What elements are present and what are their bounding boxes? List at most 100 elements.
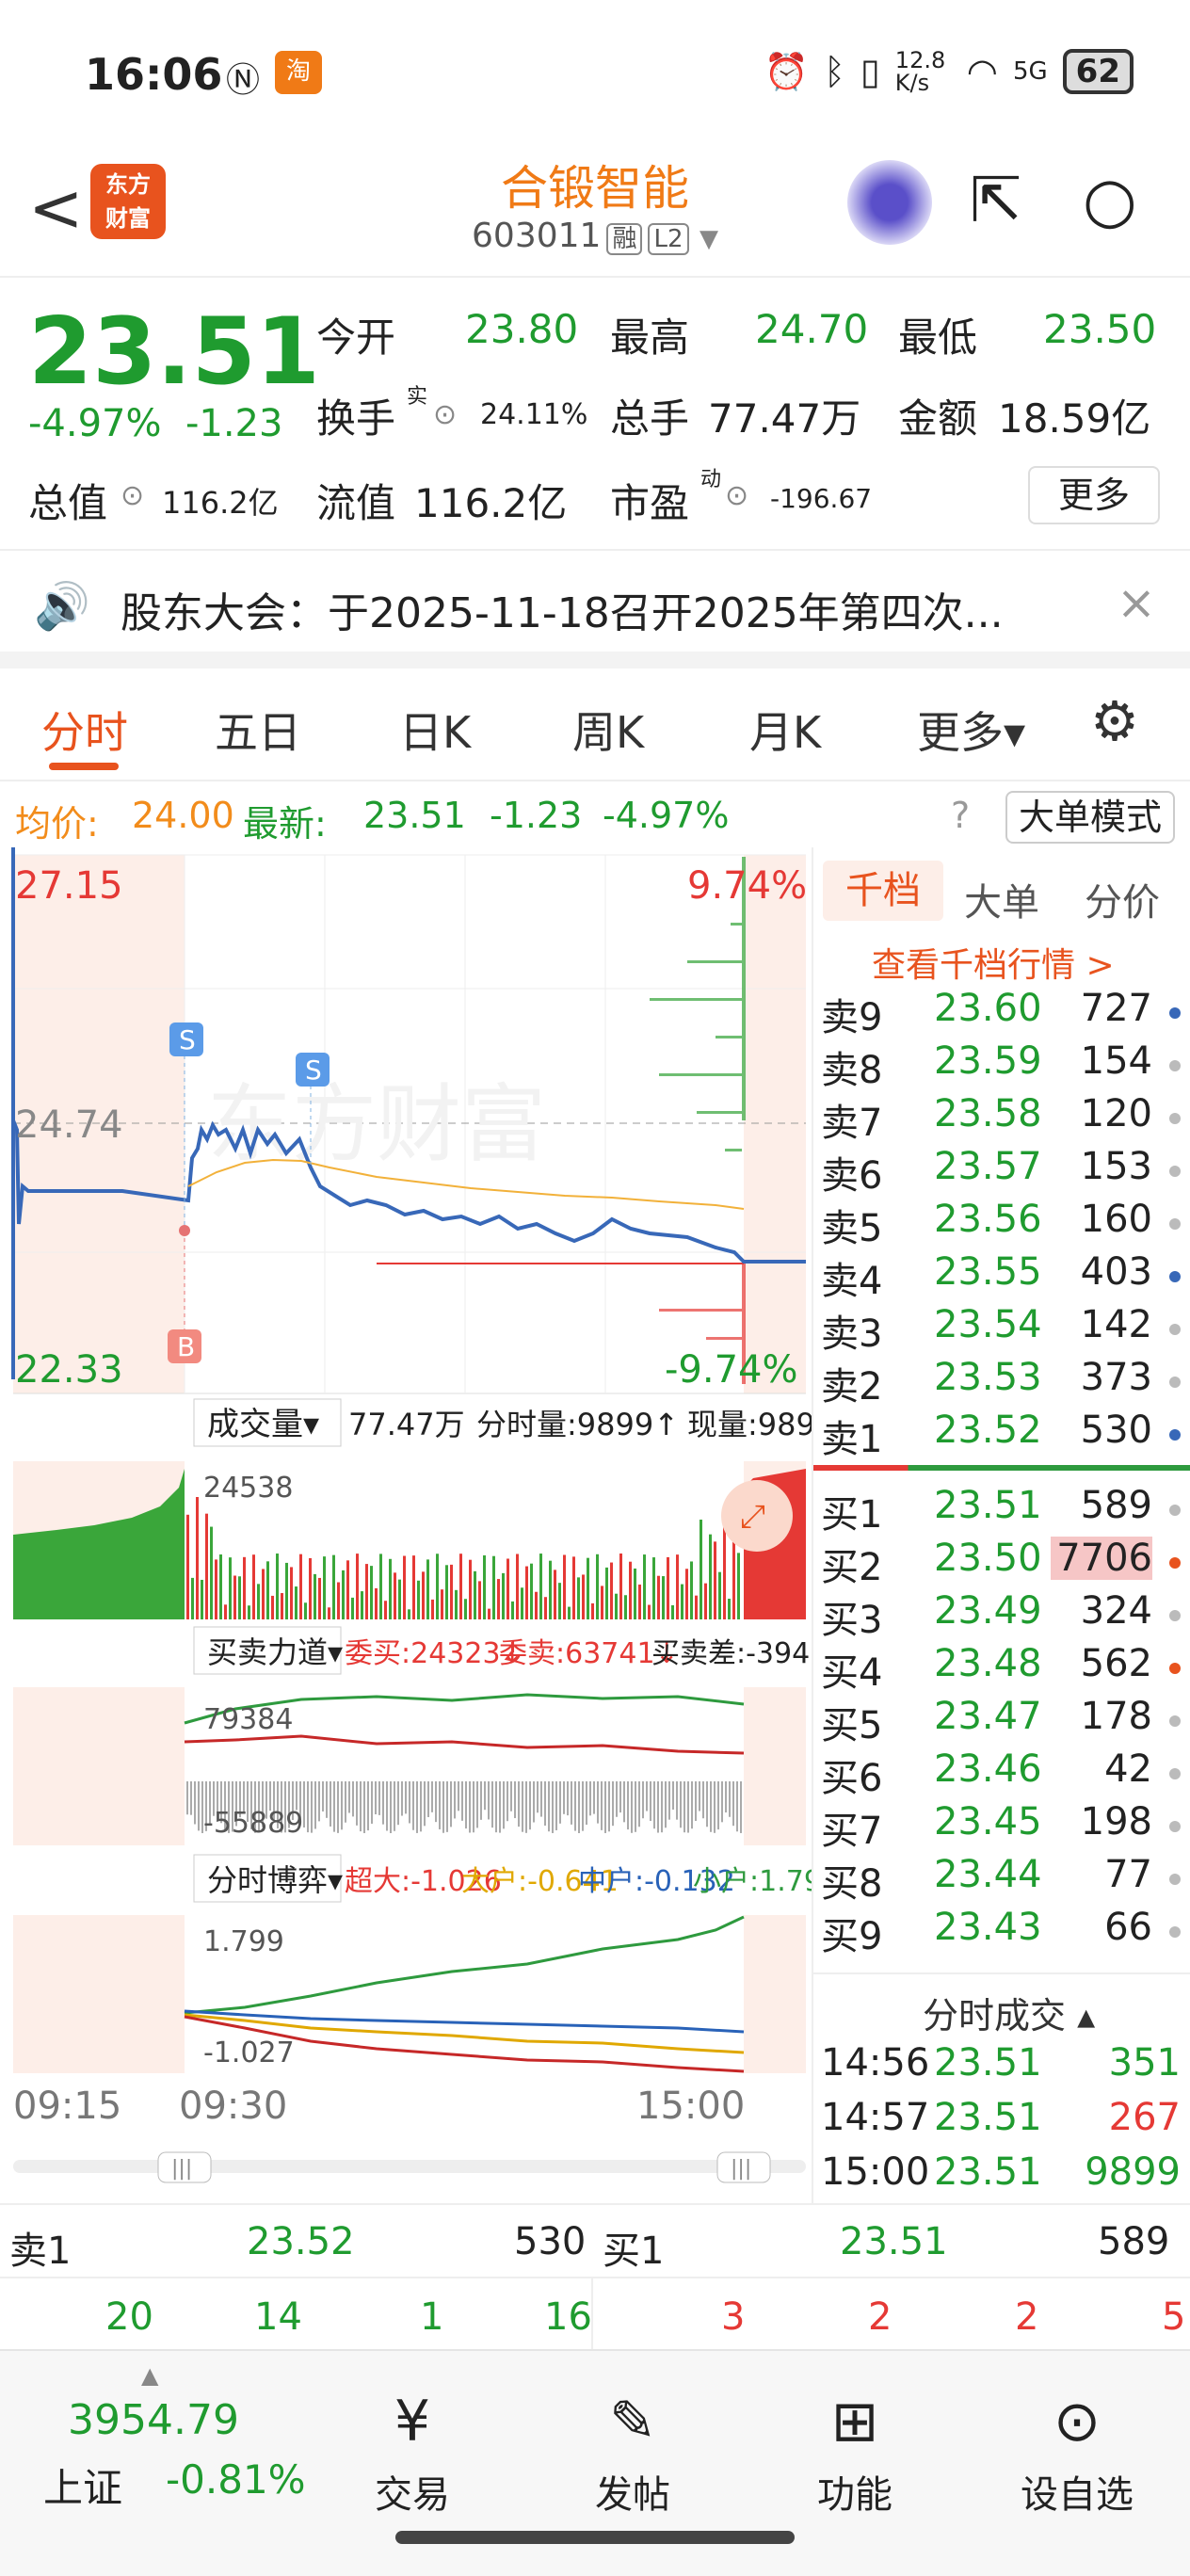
bid-row[interactable]: 买7 23.45 198 [821,1800,1188,1853]
volume-bar [624,1595,627,1619]
game-max: 1.799 [203,1925,284,1958]
ask-row[interactable]: 卖5 23.56 160 [821,1198,1188,1250]
volume-bar [219,1554,222,1619]
ask-row[interactable]: 卖2 23.53 373 [821,1356,1188,1409]
volume-bar [511,1601,514,1619]
bid-row[interactable]: 买2 23.50 7706 [821,1537,1188,1589]
volume-bar [497,1579,500,1619]
force-bar [593,1781,595,1814]
tab-more[interactable]: 更多▾ [917,699,1025,761]
tab-daily-k[interactable]: 日K [399,699,471,761]
ask-row[interactable]: 卖6 23.57 153 [821,1145,1188,1198]
info-icon[interactable]: ⊙ [725,479,748,512]
ask-row[interactable]: 卖1 23.52 530 [821,1409,1188,1461]
close-icon[interactable]: × [1117,575,1156,630]
force-bar [480,1781,482,1820]
force-bar [186,1781,188,1815]
volume-bar [690,1561,693,1619]
tab-price-dist[interactable]: 分价 [1085,872,1160,926]
wmai-value: 委买:24323↓ [345,1637,524,1670]
ask-price: 23.59 [934,1039,1042,1083]
more-button[interactable]: 更多 [1028,466,1160,524]
volume-bar [469,1559,472,1619]
volume-bar [507,1558,509,1619]
margin-tag: 融 [606,223,643,255]
info-icon[interactable]: ⊙ [433,398,457,431]
ask-row[interactable]: 卖8 23.59 154 [821,1039,1188,1092]
bid-row[interactable]: 买4 23.48 562 [821,1642,1188,1695]
tab-intraday[interactable]: 分时 [41,699,128,761]
status-icons: ⏰ ᛒ ▯ 12.8 K/s ◠ 5G 62 [764,49,1134,94]
mcap-label: 总值 [28,480,108,526]
volume-bar [403,1555,406,1619]
volume-bar [681,1584,683,1619]
ask-row[interactable]: 卖4 23.55 403 [821,1250,1188,1303]
volume-bar [502,1572,505,1619]
tab-weekly-k[interactable]: 周K [572,699,644,761]
bid-row[interactable]: 买8 23.44 77 [821,1853,1188,1906]
intraday-chart[interactable]: 东方财富 S S B 27.15 24.74 22.33 9.74% -9.74… [0,847,870,2203]
float-value: 116.2亿 [414,480,568,526]
force-bar [586,1781,587,1826]
watermark: 东方财富 [207,1075,546,1174]
assistant-avatar-icon[interactable] [847,160,932,245]
view-1000-link[interactable]: 查看千档行情 > [872,938,1115,987]
range-handle-right[interactable]: ||| [731,2157,751,2181]
notice-bar[interactable]: 🔊 股东大会：于2025-11-18召开2025年第四次... × [0,551,1190,668]
volume-bar [455,1589,458,1619]
tab-5day[interactable]: 五日 [215,699,301,761]
help-icon[interactable]: ? [951,795,970,836]
nav-watchlist[interactable]: ⊙ 设自选 [983,2389,1171,2519]
nav-functions[interactable]: ⊞ 功能 [761,2389,949,2519]
taobao-icon: 淘 [275,51,322,94]
bid-row[interactable]: 买9 23.43 66 [821,1906,1188,1958]
force-bar [296,1781,298,1811]
home-indicator[interactable] [395,2531,795,2544]
volume-bar [299,1554,302,1619]
search-icon[interactable]: ○ [1083,164,1137,236]
bid-row[interactable]: 买3 23.49 324 [821,1589,1188,1642]
trades-title[interactable]: 分时成交 ▴ [923,1987,1095,2038]
marker-dot [1169,1007,1181,1019]
vol-selector[interactable]: 成交量▾ [207,1406,319,1443]
marker-dot [1169,1060,1181,1071]
share-icon[interactable]: ⇱ [970,164,1021,236]
bid-row[interactable]: 买1 23.51 589 [821,1484,1188,1537]
tab-1000-level[interactable]: 千档 [823,861,943,921]
game-selector[interactable]: 分时博弈▾ [207,1862,343,1898]
volume-bar [384,1601,387,1619]
info-icon[interactable]: ⊙ [121,479,144,512]
volume-bar [737,1553,740,1619]
volume-bar [417,1580,420,1619]
bid-row[interactable]: 买5 23.47 178 [821,1695,1188,1747]
force-bar [397,1781,399,1826]
trade-time: 14:56 [821,2041,930,2085]
nav-functions-label: 功能 [817,2473,892,2517]
tab-monthly-k[interactable]: 月K [749,699,821,761]
nav-trade[interactable]: ¥ 交易 [318,2389,507,2519]
force-bar [552,1781,554,1833]
volume-bar [445,1565,448,1619]
big-order-mode-button[interactable]: 大单模式 [1005,791,1175,844]
ask-row[interactable]: 卖7 23.58 120 [821,1092,1188,1145]
bid-row[interactable]: 买6 23.46 42 [821,1747,1188,1800]
ask1-volume: 530 [514,2220,587,2263]
force-bar [699,1781,700,1811]
ask1-label: 卖1 [9,2230,72,2273]
ask-row[interactable]: 卖9 23.60 727 [821,987,1188,1039]
gear-icon[interactable]: ⚙ [1090,689,1139,753]
tab-big-order[interactable]: 大单 [964,872,1039,926]
bid-level: 买7 [821,1810,883,1853]
force-bar [458,1781,459,1811]
ask-row[interactable]: 卖3 23.54 142 [821,1303,1188,1356]
trade-volume: 351 [1108,2041,1181,2085]
expand-icon[interactable]: ⤢ [740,1498,765,1536]
force-bar [725,1781,727,1813]
volume-bar [549,1560,552,1619]
nav-post[interactable]: ✎ 发帖 [539,2389,727,2519]
force-bar [537,1781,539,1813]
index-pct: -0.81% [166,2456,306,2503]
range-handle-left[interactable]: ||| [171,2157,192,2181]
force-selector[interactable]: 买卖力道▾ [207,1634,343,1670]
index-widget[interactable]: ▲ 3954.79 上证 -0.81% [19,2362,306,2513]
